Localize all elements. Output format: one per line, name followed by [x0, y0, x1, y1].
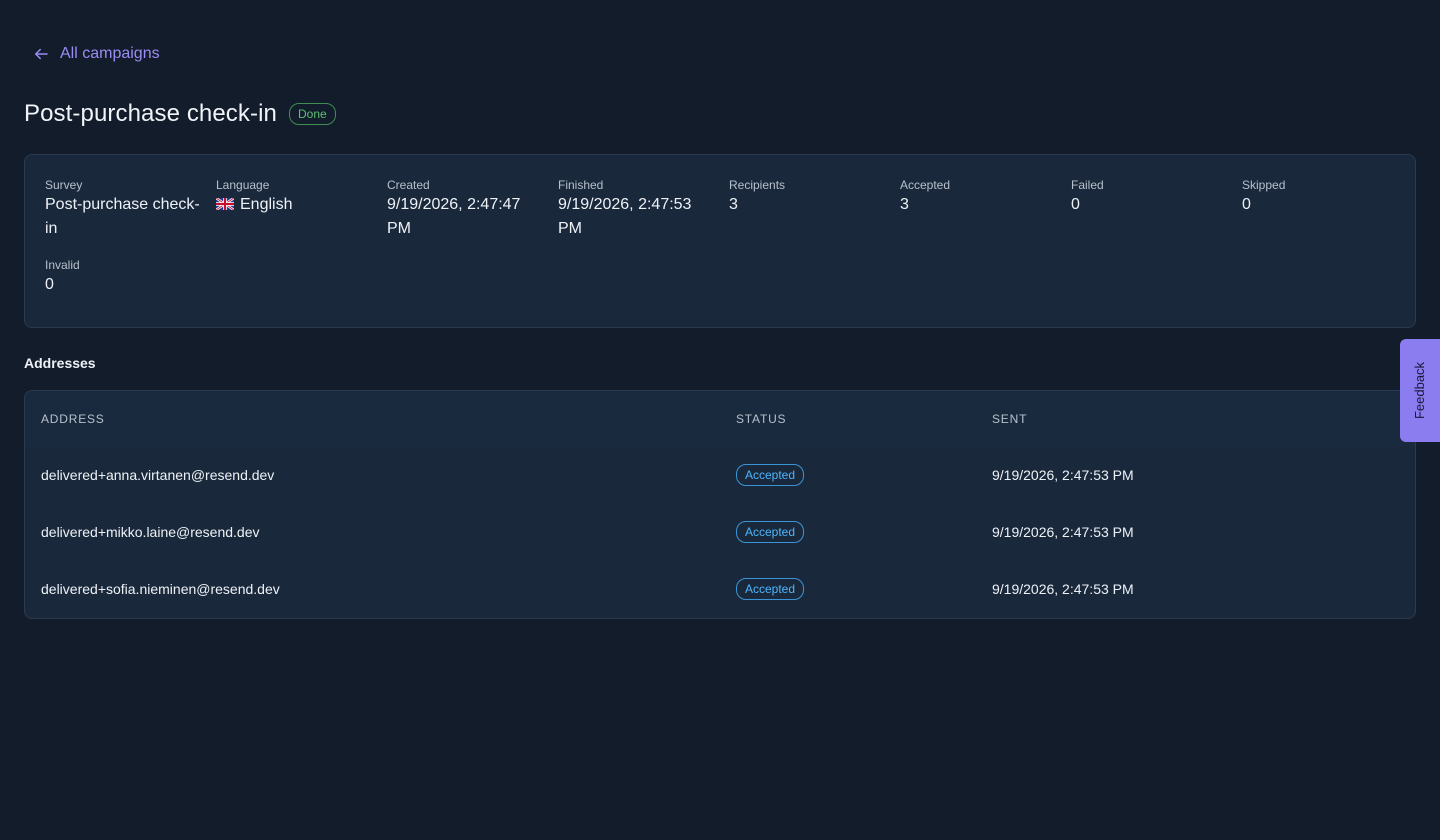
stat-invalid: Invalid 0: [45, 257, 216, 297]
stat-label: Created: [387, 178, 430, 192]
stat-recipients: Recipients 3: [729, 177, 900, 241]
stat-label: Language: [216, 178, 270, 192]
feedback-tab-button[interactable]: Feedback: [1400, 339, 1440, 442]
table-body: delivered+anna.virtanen@resend.dev Accep…: [25, 446, 1415, 617]
table-header-row: ADDRESS STATUS SENT: [25, 391, 1415, 446]
status-badge: Accepted: [736, 463, 805, 486]
back-to-campaigns-link[interactable]: All campaigns: [32, 42, 160, 66]
sent-cell: 9/19/2026, 2:47:53 PM: [992, 523, 1134, 540]
addresses-section-title: Addresses: [24, 355, 96, 371]
stat-value: 3: [729, 196, 738, 213]
title-row: Post-purchase check-in Done: [24, 98, 336, 130]
table-row: delivered+anna.virtanen@resend.dev Accep…: [25, 446, 1415, 503]
column-header-address: ADDRESS: [41, 411, 105, 426]
sent-cell: 9/19/2026, 2:47:53 PM: [992, 466, 1134, 483]
campaign-detail-page: All campaigns Post-purchase check-in Don…: [0, 0, 1440, 840]
table-row: delivered+sofia.nieminen@resend.dev Acce…: [25, 560, 1415, 617]
stat-finished: Finished 9/19/2026, 2:47:53 PM: [558, 177, 729, 241]
stat-skipped: Skipped 0: [1242, 177, 1413, 241]
stat-label: Recipients: [729, 178, 786, 192]
status-cell: Accepted: [720, 446, 976, 503]
stat-label: Accepted: [900, 178, 951, 192]
campaign-summary-card: Survey Post-purchase check-in Language E…: [24, 154, 1416, 328]
stat-value: 0: [1071, 196, 1080, 213]
stat-value: 0: [45, 276, 54, 293]
summary-grid: Survey Post-purchase check-in Language E…: [45, 177, 1395, 297]
status-badge: Accepted: [736, 520, 805, 543]
addresses-table: ADDRESS STATUS SENT delivered+anna.virta…: [25, 391, 1415, 617]
stat-failed: Failed 0: [1071, 177, 1242, 241]
status-badge: Done: [288, 103, 336, 125]
stat-created: Created 9/19/2026, 2:47:47 PM: [387, 177, 558, 241]
stat-value: 0: [1242, 196, 1251, 213]
stat-language: Language English: [216, 177, 387, 241]
stat-accepted: Accepted 3: [900, 177, 1071, 241]
page-title: Post-purchase check-in: [24, 100, 277, 127]
address-cell: delivered+mikko.laine@resend.dev: [41, 523, 260, 540]
sent-cell: 9/19/2026, 2:47:53 PM: [992, 580, 1134, 597]
status-cell: Accepted: [720, 560, 976, 617]
address-cell: delivered+sofia.nieminen@resend.dev: [41, 580, 280, 597]
stat-label: Finished: [558, 178, 604, 192]
stat-value-language: English: [216, 193, 373, 217]
back-link-label[interactable]: All campaigns: [60, 45, 160, 63]
status-badge: Accepted: [736, 577, 805, 600]
address-cell: delivered+anna.virtanen@resend.dev: [41, 466, 275, 483]
arrow-left-icon: [32, 45, 50, 63]
uk-flag-icon: [216, 198, 234, 210]
table-header: ADDRESS STATUS SENT: [25, 391, 1415, 446]
stat-value: Post-purchase check-in: [45, 196, 200, 237]
status-cell: Accepted: [720, 503, 976, 560]
stat-value: 9/19/2026, 2:47:47 PM: [387, 196, 521, 237]
stat-label: Survey: [45, 178, 83, 192]
column-header-sent: SENT: [992, 411, 1028, 426]
stat-label: Invalid: [45, 258, 80, 272]
language-name: English: [240, 196, 293, 213]
table-row: delivered+mikko.laine@resend.dev Accepte…: [25, 503, 1415, 560]
stat-label: Skipped: [1242, 178, 1286, 192]
addresses-table-card: ADDRESS STATUS SENT delivered+anna.virta…: [24, 390, 1416, 619]
stat-value: 3: [900, 196, 909, 213]
feedback-label[interactable]: Feedback: [1413, 362, 1428, 419]
stat-survey: Survey Post-purchase check-in: [45, 177, 216, 241]
stat-value: 9/19/2026, 2:47:53 PM: [558, 196, 692, 237]
stat-label: Failed: [1071, 178, 1104, 192]
column-header-status: STATUS: [736, 411, 787, 426]
